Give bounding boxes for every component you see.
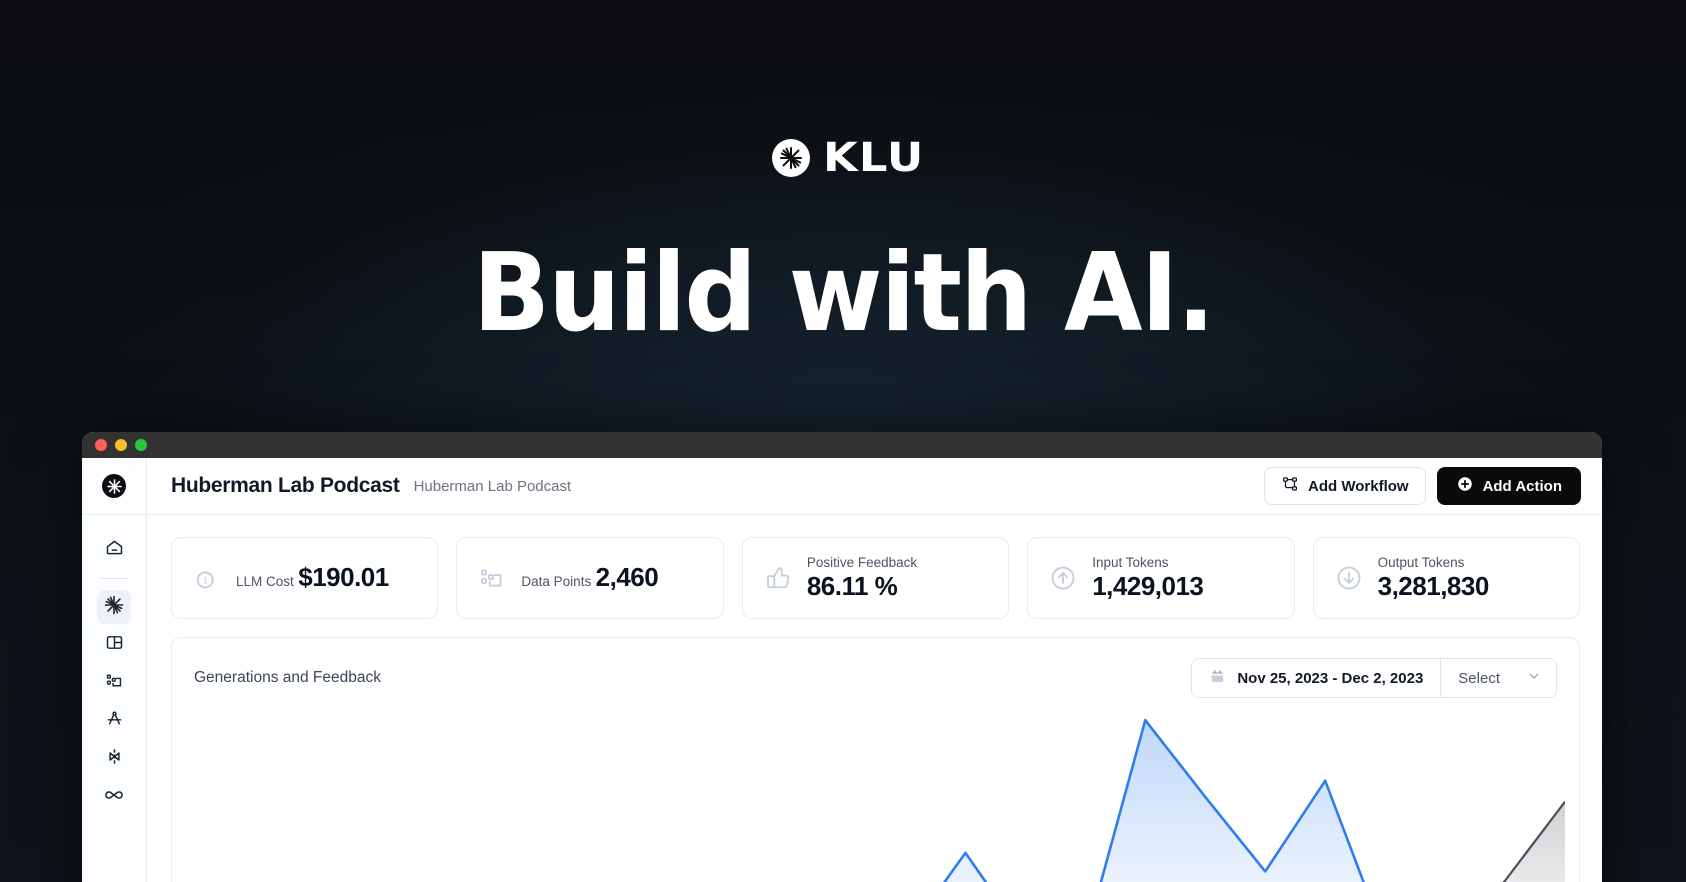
sidebar-item-optimize[interactable] (97, 780, 131, 814)
thumbs-up-icon (763, 563, 793, 593)
chart-panel: Generations and Feedback Nov 25, 2023 - (171, 637, 1580, 882)
date-range-picker[interactable]: Nov 25, 2023 - Dec 2, 2023 (1192, 659, 1440, 697)
metric-label: Data Points (521, 574, 592, 590)
arrow-up-circle-icon (1048, 563, 1078, 593)
range-select-label: Select (1458, 669, 1500, 687)
infinity-icon (103, 784, 125, 811)
metric-card-input-tokens[interactable]: Input Tokens 1,429,013 (1027, 537, 1295, 619)
series-generations (186, 720, 1565, 882)
hero-headline: Build with AI. (472, 231, 1215, 356)
data-points-icon (104, 670, 125, 696)
add-action-label: Add Action (1482, 477, 1562, 495)
date-range-label: Nov 25, 2023 - Dec 2, 2023 (1237, 669, 1424, 687)
add-workflow-label: Add Workflow (1308, 477, 1409, 495)
layout-panels-icon (104, 632, 125, 658)
main-content: Huberman Lab Podcast Huberman Lab Podcas… (147, 458, 1602, 882)
range-select-dropdown[interactable]: Select (1440, 659, 1556, 697)
sidebar-item-apps[interactable] (97, 590, 131, 624)
klu-starburst-icon (102, 474, 126, 498)
brand-wordmark: KLU (823, 135, 925, 181)
sidebar-divider (99, 578, 129, 579)
metrics-row: 1 LLM Cost $190.01 Data Points 2,460 Pos… (147, 515, 1602, 619)
metric-label: Output Tokens (1377, 555, 1465, 571)
home-icon (104, 537, 125, 563)
header-actions: Add Workflow Add Action (1264, 467, 1581, 505)
arrow-down-circle-icon (1334, 563, 1364, 593)
page-title: Huberman Lab Podcast (171, 474, 400, 497)
sidebar-item-data[interactable] (97, 666, 131, 700)
chevron-down-icon (1526, 668, 1542, 688)
starburst-icon (103, 594, 125, 621)
plus-circle-icon (1456, 475, 1474, 497)
sidebar-item-layout[interactable] (97, 628, 131, 662)
metric-value: 3,281,830 (1377, 571, 1490, 602)
workflow-nodes-icon (1281, 475, 1299, 497)
app-body: Huberman Lab Podcast Huberman Lab Podcas… (82, 458, 1602, 882)
ab-test-icon (104, 746, 125, 772)
metric-card-positive-feedback[interactable]: Positive Feedback 86.11 % (741, 537, 1010, 619)
metric-value: 1,429,013 (1092, 571, 1204, 602)
app-window: Huberman Lab Podcast Huberman Lab Podcas… (82, 432, 1602, 882)
sidebar-logo[interactable] (82, 458, 146, 515)
metric-value: $190.01 (298, 562, 389, 593)
data-points-icon (477, 563, 507, 593)
metric-value: 86.11 % (806, 571, 898, 602)
klu-starburst-icon (772, 139, 811, 177)
chart-area[interactable]: Nov 25, 9:00 AMNov 25, 6:00 PMNov 26, 3:… (172, 698, 1579, 882)
metric-value: 2,460 (595, 562, 659, 593)
sidebar-item-explore[interactable] (97, 704, 131, 738)
sidebar-item-experiments[interactable] (97, 742, 131, 776)
compass-icon (104, 708, 125, 734)
metric-label: Input Tokens (1092, 555, 1169, 571)
metric-label: Positive Feedback (806, 555, 918, 571)
close-button[interactable] (95, 439, 107, 451)
add-workflow-button[interactable]: Add Workflow (1264, 467, 1426, 505)
chart-toolbar: Generations and Feedback Nov 25, 2023 - (172, 638, 1579, 698)
coin-icon: 1 (192, 563, 222, 593)
metric-card-data-points[interactable]: Data Points 2,460 (456, 537, 724, 619)
app-header: Huberman Lab Podcast Huberman Lab Podcas… (147, 458, 1602, 515)
chart-controls: Nov 25, 2023 - Dec 2, 2023 Select (1191, 658, 1557, 698)
chart-title: Generations and Feedback (194, 669, 381, 686)
add-action-button[interactable]: Add Action (1436, 467, 1581, 505)
sidebar-item-home[interactable] (97, 533, 131, 567)
window-titlebar (82, 432, 1602, 458)
metric-card-output-tokens[interactable]: Output Tokens 3,281,830 (1312, 537, 1581, 619)
brand-logo: KLU (0, 138, 1686, 178)
calendar-icon (1209, 668, 1226, 689)
metric-label: LLM Cost (236, 574, 294, 590)
page-subtitle: Huberman Lab Podcast (413, 477, 572, 495)
sidebar-nav (82, 515, 146, 814)
svg-text:1: 1 (203, 576, 208, 586)
generations-feedback-chart (186, 698, 1565, 882)
maximize-button[interactable] (135, 439, 147, 451)
sidebar (82, 458, 147, 882)
metric-card-llm-cost[interactable]: 1 LLM Cost $190.01 (171, 537, 439, 619)
minimize-button[interactable] (115, 439, 127, 451)
